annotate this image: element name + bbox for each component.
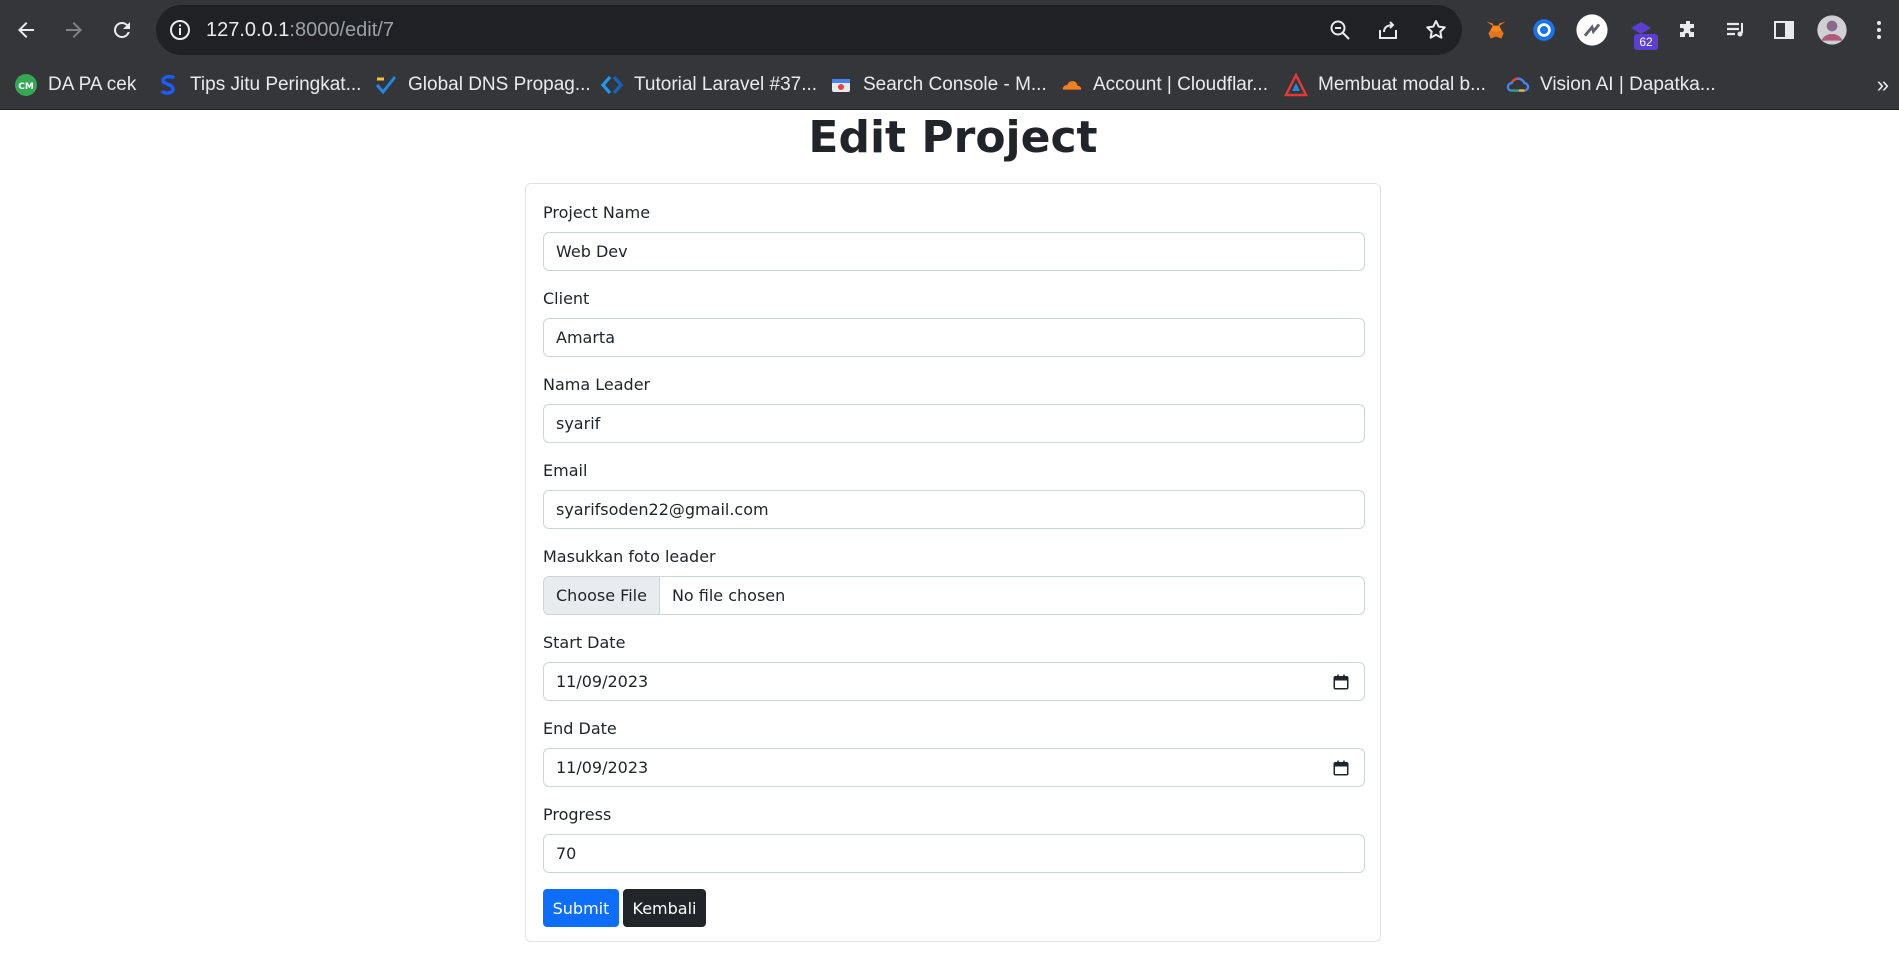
browser-menu-icon[interactable] xyxy=(1862,13,1896,47)
bookmarks-overflow-button[interactable]: » xyxy=(1877,70,1889,100)
project-name-input[interactable]: Web Dev xyxy=(543,232,1365,271)
zoom-icon[interactable] xyxy=(1328,18,1352,42)
bookmark-vision-ai[interactable]: Vision AI | Dapatka... xyxy=(1506,70,1716,100)
leader-value: syarif xyxy=(556,414,601,433)
bookmark-label: Search Console - M... xyxy=(863,74,1047,95)
info-icon[interactable] xyxy=(168,18,192,42)
reload-button[interactable] xyxy=(104,12,140,48)
browser-toolbar: 127.0.0.1:8000/edit/7 62 xyxy=(0,0,1899,60)
code-diamond-icon xyxy=(600,73,624,97)
bookmark-label: Membuat modal b... xyxy=(1318,74,1486,95)
photo-label: Masukkan foto leader xyxy=(543,547,716,566)
bookmark-label: Account | Cloudflar... xyxy=(1093,74,1268,95)
client-label: Client xyxy=(543,289,590,308)
google-cloud-icon xyxy=(1506,73,1530,97)
side-panel-icon[interactable] xyxy=(1767,13,1801,47)
choose-file-button[interactable]: Choose File xyxy=(544,577,660,614)
bookmark-global-dns[interactable]: Global DNS Propag... xyxy=(374,70,591,100)
end-date-label: End Date xyxy=(543,719,617,738)
bookmark-label: Tutorial Laravel #37... xyxy=(634,74,818,95)
url-host: 127.0.0.1 xyxy=(206,19,290,41)
calendar-icon[interactable] xyxy=(1332,759,1350,777)
back-button[interactable] xyxy=(8,12,44,48)
bookmark-label: Tips Jitu Peringkat... xyxy=(190,74,362,95)
arrow-right-icon xyxy=(66,22,82,38)
end-date-input[interactable]: 11/09/2023 xyxy=(543,748,1365,787)
bookmark-tutorial-laravel[interactable]: Tutorial Laravel #37... xyxy=(600,70,817,100)
bookmark-da-pa-cek[interactable]: CM DA PA cek xyxy=(14,70,136,100)
leader-input[interactable]: syarif xyxy=(543,404,1365,443)
search-console-icon xyxy=(829,73,853,97)
s-logo-icon xyxy=(156,73,180,97)
bookmarks-bar: CM DA PA cek Tips Jitu Peringkat... Glob… xyxy=(0,60,1899,110)
email-label: Email xyxy=(543,461,588,480)
bookmark-label: Global DNS Propag... xyxy=(408,74,591,95)
reload-icon xyxy=(113,21,130,38)
url-text[interactable]: 127.0.0.1:8000/edit/7 xyxy=(206,5,394,55)
forward-button[interactable] xyxy=(56,12,92,48)
bookmark-cloudflare[interactable]: Account | Cloudflar... xyxy=(1059,70,1268,100)
sync-extension-icon[interactable] xyxy=(1527,13,1561,47)
calendar-icon[interactable] xyxy=(1332,673,1350,691)
star-bookmark-icon[interactable] xyxy=(1424,18,1448,42)
client-input[interactable]: Amarta xyxy=(543,318,1365,357)
bookmark-search-console[interactable]: Search Console - M... xyxy=(829,70,1047,100)
extension-badge: 62 xyxy=(1634,34,1658,50)
edit-project-form: Project Name Web Dev Client Amarta Nama … xyxy=(525,183,1381,942)
media-playlist-icon[interactable] xyxy=(1719,13,1753,47)
email-value: syarifsoden22@gmail.com xyxy=(556,500,769,519)
svg-text:CM: CM xyxy=(18,82,34,92)
page-title: Edit Project xyxy=(808,112,1098,163)
back-link-button[interactable]: Kembali xyxy=(623,889,706,927)
start-date-label: Start Date xyxy=(543,633,626,652)
client-value: Amarta xyxy=(556,328,615,347)
dns-check-icon xyxy=(374,73,398,97)
project-name-value: Web Dev xyxy=(556,242,628,261)
photo-file-input[interactable]: Choose File No file chosen xyxy=(543,576,1365,615)
lightning-extension-icon[interactable] xyxy=(1575,13,1609,47)
arrow-left-icon xyxy=(18,22,34,38)
metamask-extension-icon[interactable] xyxy=(1479,13,1513,47)
progress-label: Progress xyxy=(543,805,612,824)
triangle-logo-icon xyxy=(1284,73,1308,97)
progress-input[interactable]: 70 xyxy=(543,834,1365,873)
profile-avatar[interactable] xyxy=(1815,13,1849,47)
share-icon[interactable] xyxy=(1376,18,1400,42)
bookmark-label: Vision AI | Dapatka... xyxy=(1540,74,1716,95)
extensions-puzzle-icon[interactable] xyxy=(1671,13,1705,47)
cloudflare-icon xyxy=(1059,73,1083,97)
project-name-label: Project Name xyxy=(543,203,651,222)
leader-label: Nama Leader xyxy=(543,375,651,394)
progress-value: 70 xyxy=(556,844,577,863)
start-date-input[interactable]: 11/09/2023 xyxy=(543,662,1365,701)
url-path: :8000/edit/7 xyxy=(289,19,394,41)
cm-icon: CM xyxy=(14,73,38,97)
end-date-value: 11/09/2023 xyxy=(556,758,649,777)
bookmark-label: DA PA cek xyxy=(48,74,137,95)
start-date-value: 11/09/2023 xyxy=(556,672,649,691)
bookmark-tips-jitu[interactable]: Tips Jitu Peringkat... xyxy=(156,70,361,100)
email-input[interactable]: syarifsoden22@gmail.com xyxy=(543,490,1365,529)
submit-button[interactable]: Submit xyxy=(543,889,619,927)
bookmark-membuat-modal[interactable]: Membuat modal b... xyxy=(1284,70,1486,100)
file-status-text: No file chosen xyxy=(671,586,786,605)
address-bar[interactable]: 127.0.0.1:8000/edit/7 xyxy=(156,5,1462,55)
